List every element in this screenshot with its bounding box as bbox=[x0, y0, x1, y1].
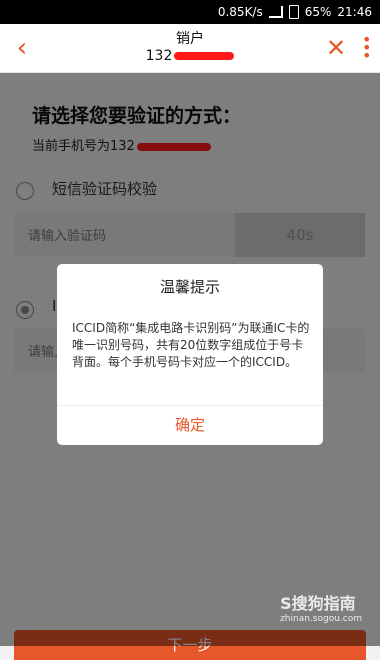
battery-level: 65% bbox=[304, 5, 332, 19]
clock: 21:46 bbox=[337, 5, 372, 19]
phone-prefix: 132 bbox=[145, 48, 173, 64]
sogou-logo: S搜狗指南 bbox=[280, 594, 356, 613]
redaction-mark bbox=[174, 52, 235, 60]
watermark: S搜狗指南 zhinan.sogou.com bbox=[280, 590, 362, 624]
dialog-title: 温馨提示 bbox=[159, 278, 220, 296]
back-icon[interactable]: ‹ bbox=[10, 32, 34, 64]
network-speed: 0.85K/s bbox=[217, 5, 263, 19]
dialog-message: ICCID简称“集成电路卡识别码”为联通IC卡的唯一识别号码，共有20位数字组成… bbox=[72, 321, 310, 369]
signal-icon bbox=[268, 6, 283, 18]
watermark-url: zhinan.sogou.com bbox=[280, 614, 362, 624]
battery-icon bbox=[288, 5, 299, 19]
more-icon[interactable]: • • • bbox=[362, 32, 371, 64]
tips-dialog: 温馨提示 ICCID简称“集成电路卡识别码”为联通IC卡的唯一识别号码，共有20… bbox=[57, 264, 323, 445]
app-bar: ‹ 销户 132 ✕ • • • bbox=[0, 24, 380, 73]
phone-number: 132 bbox=[100, 48, 280, 64]
confirm-button[interactable]: 确定 bbox=[57, 406, 323, 445]
close-icon[interactable]: ✕ bbox=[324, 34, 348, 62]
page-title: 销户 bbox=[176, 31, 204, 47]
status-bar: 0.85K/s 65% 21:46 bbox=[0, 0, 380, 24]
